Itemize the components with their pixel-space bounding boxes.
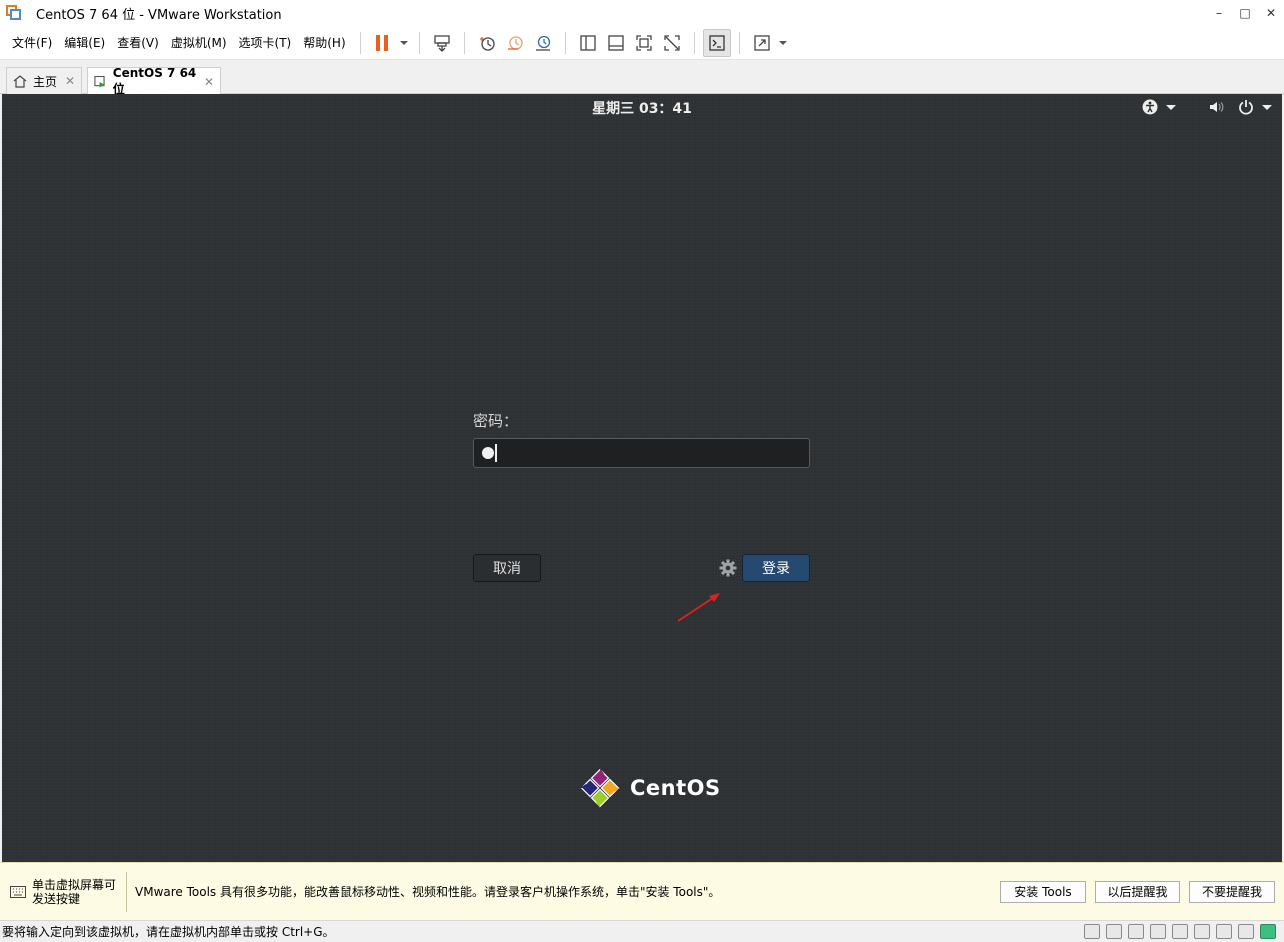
pause-button[interactable] xyxy=(369,29,397,57)
text-cursor xyxy=(495,444,497,462)
notes-icon[interactable] xyxy=(1260,924,1276,939)
vm-icon xyxy=(94,75,105,87)
take-snapshot-button[interactable] xyxy=(473,29,501,57)
window-title: CentOS 7 64 位 - VMware Workstation xyxy=(36,7,282,23)
close-window-button[interactable]: ✕ xyxy=(1258,0,1284,26)
sound-card-icon[interactable] xyxy=(1194,924,1210,939)
accessibility-icon xyxy=(1142,99,1158,115)
minimize-button[interactable]: – xyxy=(1206,0,1232,26)
menu-help[interactable]: 帮助(H) xyxy=(297,26,351,60)
tab-centos[interactable]: CentOS 7 64 位 ✕ xyxy=(87,66,221,96)
volume-indicator[interactable] xyxy=(1208,98,1224,116)
chevron-down-icon xyxy=(1166,104,1176,110)
password-mask-dot xyxy=(482,447,494,459)
sidebar-icon xyxy=(579,34,596,51)
remind-later-button[interactable]: 以后提醒我 xyxy=(1095,880,1180,903)
guest-system-tray xyxy=(1142,98,1272,116)
close-icon[interactable]: ✕ xyxy=(204,75,214,89)
click-to-send-keys-hint: 单击虚拟屏幕可发送按键 xyxy=(32,877,117,906)
fullscreen-icon xyxy=(635,34,652,51)
revert-snapshot-icon xyxy=(507,35,523,50)
red-annotation-arrow xyxy=(677,593,720,622)
menu-view[interactable]: 查看(V) xyxy=(111,26,165,60)
snapshot-icon xyxy=(479,36,495,51)
toolbar-separator xyxy=(693,31,695,54)
toolbar-separator xyxy=(463,31,465,54)
toolbar-separator xyxy=(738,31,740,54)
hard-disk-icon[interactable] xyxy=(1084,924,1100,939)
login-button[interactable]: 登录 xyxy=(742,554,810,582)
tab-home-label: 主页 xyxy=(33,74,58,89)
pause-dropdown[interactable] xyxy=(397,29,411,57)
toolbar-separator xyxy=(418,31,420,54)
power-icon xyxy=(1239,100,1253,115)
menu-tabs[interactable]: 选项卡(T) xyxy=(233,26,298,60)
install-tools-button[interactable]: 安装 Tools xyxy=(1000,880,1086,903)
pause-icon xyxy=(375,34,388,51)
vmware-tools-notification: 单击虚拟屏幕可发送按键 VMware Tools 具有很多功能，能改善鼠标移动性… xyxy=(0,862,1284,920)
menu-file[interactable]: 文件(F) xyxy=(6,26,58,60)
snapshot-manager-icon xyxy=(535,35,550,51)
network-adapter-icon[interactable] xyxy=(1128,924,1144,939)
stretch-guest-button[interactable] xyxy=(748,29,776,57)
close-icon[interactable]: ✕ xyxy=(65,74,75,88)
title-bar: CentOS 7 64 位 - VMware Workstation – □ ✕ xyxy=(0,0,1284,26)
tab-bar: 主页 ✕ CentOS 7 64 位 ✕ xyxy=(0,60,1284,96)
stretch-icon xyxy=(753,34,770,51)
gear-icon[interactable] xyxy=(718,558,738,578)
send-ctrl-alt-del-icon xyxy=(433,34,450,52)
display-icon[interactable] xyxy=(1216,924,1232,939)
menu-vm[interactable]: 虚拟机(M) xyxy=(165,26,233,60)
printer-icon[interactable] xyxy=(1172,924,1188,939)
cd-dvd-icon[interactable] xyxy=(1106,924,1122,939)
centos-emblem-icon xyxy=(580,768,620,808)
chevron-down-icon xyxy=(778,40,787,45)
tab-centos-label: CentOS 7 64 位 xyxy=(112,66,197,96)
power-menu[interactable] xyxy=(1238,98,1272,116)
status-text: 要将输入定向到该虚拟机，请在虚拟机内部单击或按 Ctrl+G。 xyxy=(2,925,335,939)
chevron-down-icon xyxy=(399,40,408,45)
keyboard-icon xyxy=(10,885,26,898)
cancel-button[interactable]: 取消 xyxy=(473,554,541,582)
maximize-button[interactable]: □ xyxy=(1232,0,1258,26)
vm-guest-screen[interactable]: 星期三 03：41 密码： 取消 登录 CentOS xyxy=(2,94,1282,862)
tab-home[interactable]: 主页 ✕ xyxy=(6,67,82,94)
thumbnail-bar-button[interactable] xyxy=(602,29,630,57)
notification-separator xyxy=(126,871,127,912)
vmware-app-icon xyxy=(6,5,22,21)
device-status-icons xyxy=(1084,924,1276,939)
console-icon xyxy=(708,34,725,51)
accessibility-menu[interactable] xyxy=(1142,98,1176,116)
messages-icon[interactable] xyxy=(1238,924,1254,939)
revert-snapshot-button[interactable] xyxy=(501,29,529,57)
toolbar-separator xyxy=(564,31,566,54)
thumbnail-icon xyxy=(607,34,624,51)
password-input[interactable] xyxy=(473,438,810,468)
status-bar: 要将输入定向到该虚拟机，请在虚拟机内部单击或按 Ctrl+G。 xyxy=(0,920,1284,942)
volume-icon xyxy=(1210,102,1224,112)
vmware-tools-message: VMware Tools 具有很多功能，能改善鼠标移动性、视频和性能。请登录客户… xyxy=(135,885,721,899)
chevron-down-icon xyxy=(1262,104,1272,110)
snapshot-manager-button[interactable] xyxy=(529,29,557,57)
fullscreen-button[interactable] xyxy=(630,29,658,57)
guest-clock[interactable]: 星期三 03：41 xyxy=(2,98,1282,118)
usb-controller-icon[interactable] xyxy=(1150,924,1166,939)
centos-brand-text: CentOS xyxy=(630,776,721,800)
send-ctrl-alt-del-button[interactable] xyxy=(428,29,456,57)
menu-toolbar: 文件(F) 编辑(E) 查看(V) 虚拟机(M) 选项卡(T) 帮助(H) xyxy=(0,26,1284,60)
centos-logo: CentOS xyxy=(578,766,721,810)
console-view-button[interactable] xyxy=(702,28,731,57)
show-library-button[interactable] xyxy=(574,29,602,57)
menu-edit[interactable]: 编辑(E) xyxy=(58,26,111,60)
password-label: 密码： xyxy=(473,412,519,430)
home-icon xyxy=(13,75,27,88)
never-remind-button[interactable]: 不要提醒我 xyxy=(1189,880,1275,903)
unity-icon xyxy=(663,34,680,51)
stretch-dropdown[interactable] xyxy=(776,29,790,57)
unity-button[interactable] xyxy=(658,29,686,57)
toolbar-separator xyxy=(359,31,361,54)
